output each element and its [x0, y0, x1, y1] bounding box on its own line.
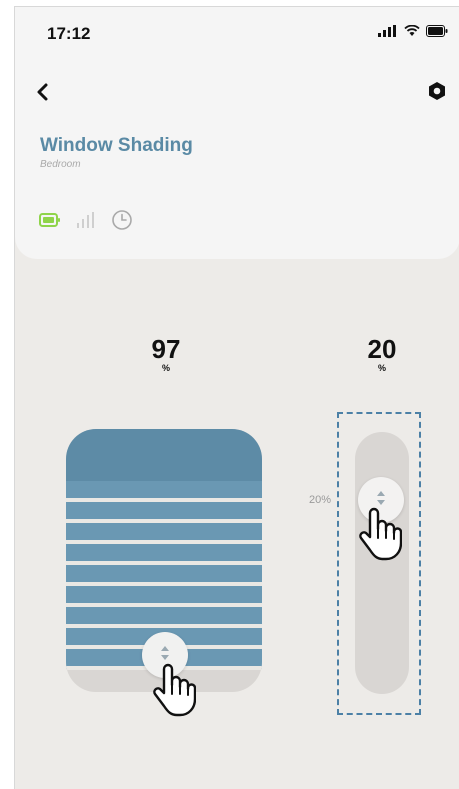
tilt-readout: 20 %: [347, 335, 417, 373]
phone-battery-icon: [426, 24, 448, 42]
status-time: 17:12: [47, 24, 91, 43]
shade-slat: [66, 544, 262, 565]
room-subtitle: Bedroom: [40, 159, 81, 170]
shade-slat: [66, 523, 262, 544]
shade-position-unit: %: [161, 363, 170, 373]
cellular-signal-icon: [378, 24, 398, 42]
tilt-slider-label: 20%: [309, 494, 332, 506]
app-screen: 17:12 Window Shading Bedroom 97 % 20 % 2…: [14, 6, 459, 789]
tilt-unit: %: [377, 363, 386, 373]
page-title: Window Shading: [40, 135, 193, 156]
tilt-value: 20: [367, 334, 397, 364]
shade-headrail: [66, 429, 262, 481]
shade-position-value: 97: [151, 334, 181, 364]
clock-icon: [111, 209, 133, 236]
shade-slat: [66, 481, 262, 502]
battery-icon: [39, 213, 61, 232]
shade-slat: [66, 502, 262, 523]
shade-slat: [66, 565, 262, 586]
shade-position-readout: 97 %: [131, 335, 201, 373]
status-icons: [378, 24, 448, 42]
device-status-row: [39, 209, 133, 236]
header-card: 17:12 Window Shading Bedroom: [15, 7, 459, 259]
touch-hand-icon: [358, 505, 403, 566]
shade-slat: [66, 607, 262, 628]
back-chevron-icon[interactable]: [32, 81, 54, 103]
settings-icon[interactable]: [426, 80, 448, 102]
shade-slat: [66, 586, 262, 607]
touch-hand-icon: [152, 661, 197, 722]
signal-icon: [77, 212, 95, 233]
wifi-icon: [404, 24, 420, 42]
